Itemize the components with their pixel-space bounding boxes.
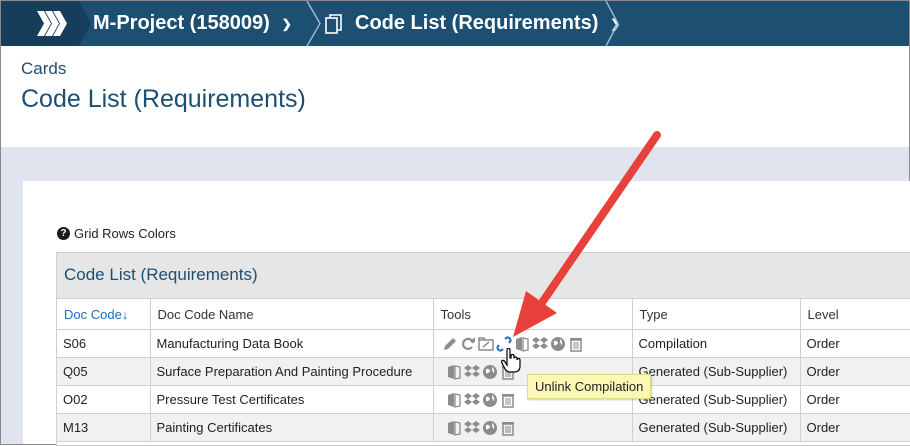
globe-icon[interactable] <box>482 420 498 436</box>
globe-icon[interactable] <box>550 336 566 352</box>
trash-icon[interactable] <box>568 336 584 352</box>
table-row[interactable]: S06 Manufacturing Data Book Compilation <box>57 329 910 358</box>
book-icon[interactable] <box>446 364 462 380</box>
cell-doc-code: M13 <box>57 413 151 442</box>
cell-level: Order <box>800 413 910 442</box>
column-header-level[interactable]: Level <box>800 299 910 330</box>
cell-doc-code: S06 <box>57 329 151 358</box>
table-row[interactable]: Q05 Surface Preparation And Painting Pro… <box>57 357 910 386</box>
cell-doc-code-name: Painting Certificates <box>150 413 434 442</box>
cell-type: Compilation <box>632 329 801 358</box>
breadcrumb-project[interactable]: M-Project (158009) ❯ <box>93 1 292 46</box>
dropbox-icon[interactable] <box>463 364 480 380</box>
breadcrumb-separator <box>306 1 321 46</box>
open-folder-icon[interactable] <box>477 336 494 352</box>
book-icon[interactable] <box>446 392 462 408</box>
trash-icon[interactable] <box>500 420 516 436</box>
cell-level: Order <box>800 329 910 358</box>
cell-doc-code-name: Pressure Test Certificates <box>150 385 434 414</box>
section-label: Cards <box>21 59 67 78</box>
code-list-table: Doc Code↓ Doc Code Name Tools Type Level… <box>57 299 910 442</box>
refresh-icon[interactable] <box>460 336 476 352</box>
trash-icon[interactable] <box>500 392 516 408</box>
breadcrumb-separator <box>605 1 619 46</box>
breadcrumb-page[interactable]: Code List (Requirements) ❯ <box>325 1 620 46</box>
column-header-doc-code[interactable]: Doc Code↓ <box>57 299 151 330</box>
cell-doc-code-name: Manufacturing Data Book <box>150 329 434 358</box>
grid-rows-colors-label: Grid Rows Colors <box>74 226 176 241</box>
cell-level: Order <box>800 357 910 386</box>
column-header-doc-code-name[interactable]: Doc Code Name <box>150 299 434 330</box>
cell-type: Generated (Sub-Supplier) <box>632 385 801 414</box>
cell-doc-code: Q05 <box>57 357 151 386</box>
chevron-down-icon: ❯ <box>281 16 292 31</box>
triple-chevron-logo-icon <box>37 11 67 36</box>
dropbox-icon[interactable] <box>463 420 480 436</box>
code-list-grid: Code List (Requirements) Doc Code↓ Doc C… <box>56 252 910 446</box>
table-row[interactable]: O02 Pressure Test Certificates Generated… <box>57 385 910 414</box>
page-title: Code List (Requirements) <box>21 85 306 113</box>
cell-tools <box>433 413 633 442</box>
grid-rows-colors-link[interactable]: ? Grid Rows Colors <box>57 226 176 241</box>
globe-icon[interactable] <box>482 364 498 380</box>
grid-title: Code List (Requirements) <box>57 253 910 299</box>
cell-type: Generated (Sub-Supplier) <box>632 357 801 386</box>
unlink-compilation-tooltip: Unlink Compilation <box>527 374 652 399</box>
cell-tools <box>433 329 633 358</box>
hand-pointer-cursor-icon <box>501 348 521 373</box>
column-header-tools: Tools <box>433 299 633 330</box>
pencil-edit-icon[interactable] <box>442 336 458 352</box>
cell-level: Order <box>800 385 910 414</box>
dropbox-icon[interactable] <box>531 336 548 352</box>
breadcrumb-page-label: Code List (Requirements) <box>355 12 599 34</box>
breadcrumb-separator <box>79 1 91 46</box>
dropbox-icon[interactable] <box>463 392 480 408</box>
breadcrumb-project-label: M-Project (158009) <box>93 12 270 34</box>
app-logo[interactable] <box>1 1 79 46</box>
table-header-row: Doc Code↓ Doc Code Name Tools Type Level <box>57 299 910 330</box>
cell-doc-code-name: Surface Preparation And Painting Procedu… <box>150 357 434 386</box>
top-navigation-bar: M-Project (158009) ❯ Code List (Requirem… <box>1 1 909 46</box>
book-icon[interactable] <box>446 420 462 436</box>
cell-type: Generated (Sub-Supplier) <box>632 413 801 442</box>
globe-icon[interactable] <box>482 392 498 408</box>
copy-document-icon <box>325 13 342 34</box>
question-circle-icon: ? <box>57 227 70 240</box>
table-row[interactable]: M13 Painting Certificates Generated (Sub… <box>57 413 910 442</box>
column-header-type[interactable]: Type <box>632 299 801 330</box>
cell-doc-code: O02 <box>57 385 151 414</box>
